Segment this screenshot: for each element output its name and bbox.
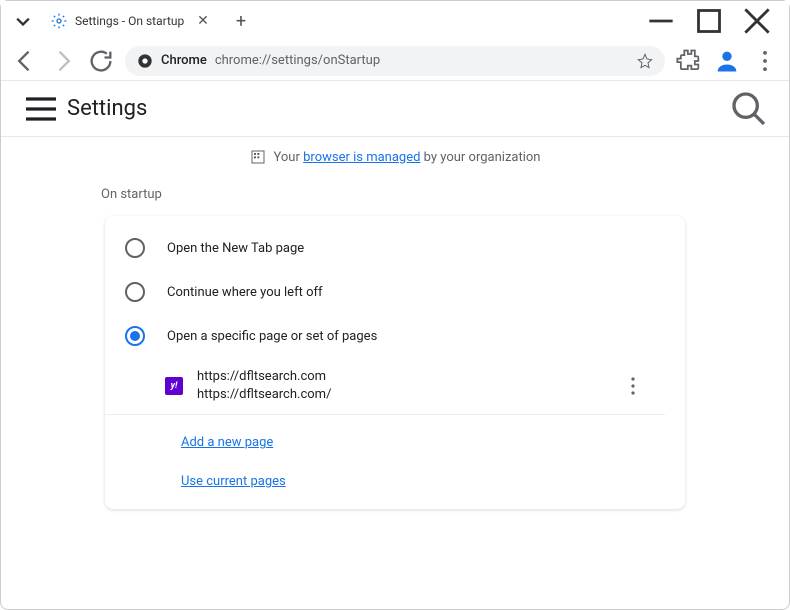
building-icon (250, 149, 266, 165)
star-icon[interactable] (637, 53, 653, 69)
page-entry-title: https://dfltsearch.com (197, 368, 607, 386)
chrome-icon (137, 53, 153, 69)
window-close-button[interactable] (743, 7, 771, 35)
radio-icon (125, 326, 145, 346)
forward-button[interactable] (49, 47, 77, 75)
add-page-row: Add a new page (105, 421, 685, 460)
search-icon[interactable] (729, 89, 769, 129)
window-controls (647, 7, 781, 35)
page-title: Settings (67, 96, 147, 121)
option-label: Open a specific page or set of pages (167, 329, 377, 344)
page-entry-text: https://dfltsearch.com https://dfltsearc… (197, 368, 607, 404)
section-title: On startup (101, 187, 789, 202)
startup-page-entry: y! https://dfltsearch.com https://dfltse… (105, 358, 665, 415)
option-label: Open the New Tab page (167, 241, 304, 256)
more-vert-icon[interactable] (621, 374, 645, 398)
menu-dots-icon[interactable] (751, 47, 779, 75)
startup-card: Open the New Tab page Continue where you… (105, 216, 685, 509)
hamburger-menu-icon[interactable] (21, 89, 61, 129)
option-new-tab[interactable]: Open the New Tab page (105, 226, 685, 270)
managed-link[interactable]: browser is managed (303, 150, 420, 165)
browser-toolbar: Chrome chrome://settings/onStartup (1, 41, 789, 81)
browser-tab[interactable]: Settings - On startup ✕ (41, 5, 221, 37)
profile-icon[interactable] (713, 47, 741, 75)
option-continue[interactable]: Continue where you left off (105, 270, 685, 314)
gear-icon (51, 13, 67, 29)
back-button[interactable] (11, 47, 39, 75)
minimize-button[interactable] (647, 7, 675, 35)
window-titlebar: Settings - On startup ✕ + (1, 1, 789, 41)
reload-button[interactable] (87, 47, 115, 75)
use-current-row: Use current pages (105, 460, 685, 499)
managed-text: Your browser is managed by your organiza… (274, 150, 541, 165)
tab-search-dropdown[interactable] (9, 7, 37, 35)
address-label: Chrome (161, 53, 207, 68)
address-url: chrome://settings/onStartup (215, 53, 629, 68)
radio-icon (125, 238, 145, 258)
option-specific-pages[interactable]: Open a specific page or set of pages (105, 314, 685, 358)
use-current-link[interactable]: Use current pages (181, 474, 286, 489)
option-label: Continue where you left off (167, 285, 323, 300)
page-entry-url: https://dfltsearch.com/ (197, 386, 607, 404)
radio-icon (125, 282, 145, 302)
maximize-button[interactable] (695, 7, 723, 35)
page-favicon: y! (165, 377, 183, 395)
close-icon[interactable]: ✕ (195, 13, 211, 29)
address-bar[interactable]: Chrome chrome://settings/onStartup (125, 46, 665, 76)
add-page-link[interactable]: Add a new page (181, 435, 273, 450)
tab-title: Settings - On startup (75, 14, 187, 28)
settings-header: Settings (1, 81, 789, 137)
settings-content: On startup Open the New Tab page Continu… (1, 177, 789, 509)
managed-banner: Your browser is managed by your organiza… (1, 137, 789, 177)
extensions-icon[interactable] (675, 47, 703, 75)
new-tab-button[interactable]: + (227, 7, 255, 35)
